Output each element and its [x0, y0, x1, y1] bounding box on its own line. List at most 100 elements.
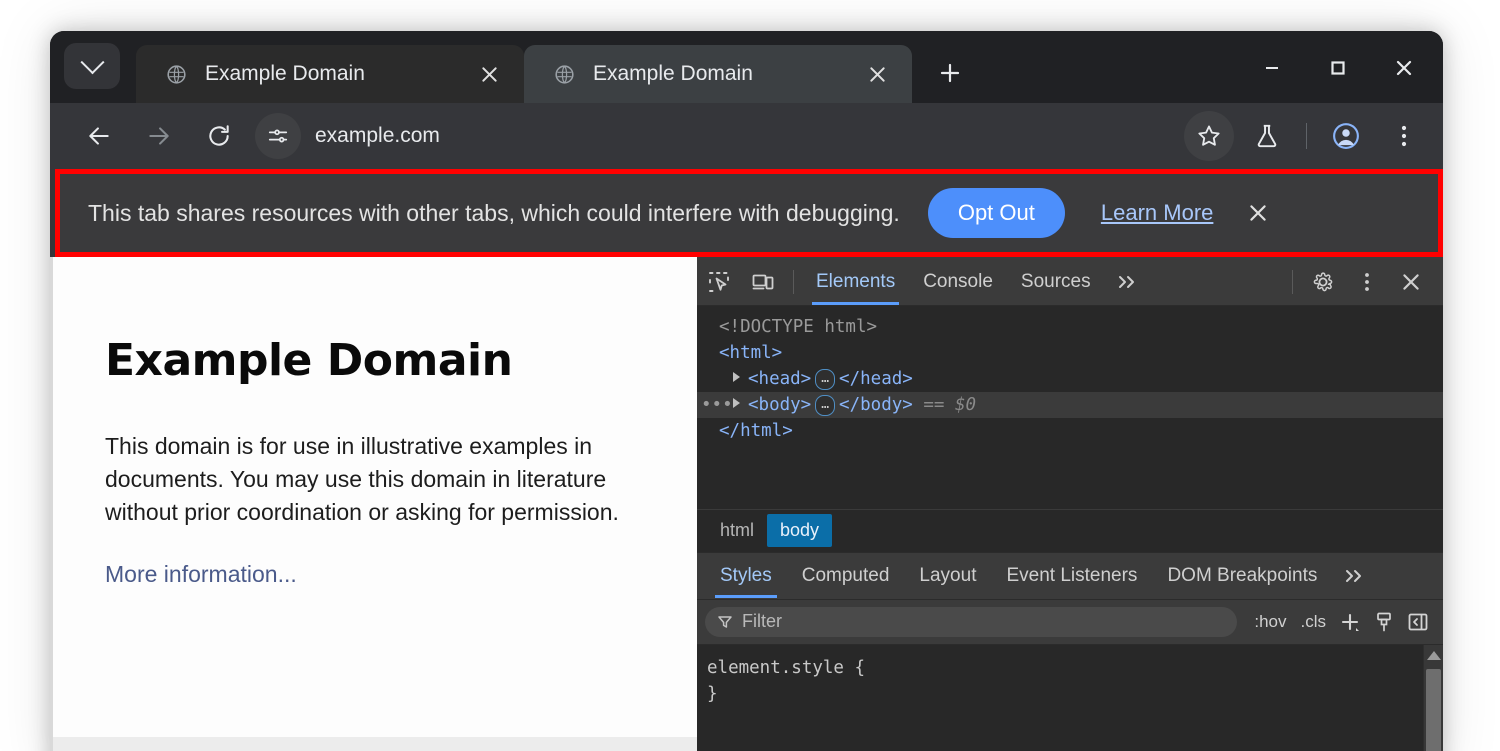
styles-pane-scrollbar[interactable]: [1423, 645, 1443, 751]
address-bar[interactable]: example.com: [255, 113, 1180, 159]
styles-pane-more-tabs-button[interactable]: [1332, 568, 1378, 584]
tab-strip: Example Domain Example Domain: [50, 31, 1443, 103]
toggle-sidebar-button[interactable]: [1401, 607, 1435, 637]
maximize-button[interactable]: [1305, 45, 1371, 91]
dom-node-html-open[interactable]: <html>: [697, 340, 1443, 366]
toolbar-divider: [1292, 270, 1293, 294]
style-rule-selector[interactable]: element.style {: [707, 655, 1443, 681]
devtools-shared-worker-infobar: This tab shares resources with other tab…: [55, 169, 1443, 257]
tab-close-button[interactable]: [860, 57, 894, 91]
toolbar-divider: [1306, 123, 1307, 149]
tab-layout[interactable]: Layout: [904, 553, 991, 598]
globe-icon: [554, 64, 575, 85]
toggle-hover-state-button[interactable]: :hov: [1247, 612, 1293, 632]
styles-filter-input[interactable]: Filter: [705, 607, 1237, 637]
three-dots-vertical-icon: [1358, 270, 1376, 294]
tab-styles[interactable]: Styles: [705, 553, 787, 598]
style-rule-close-brace: }: [707, 681, 1443, 707]
styles-rules-pane[interactable]: element.style { }: [697, 645, 1443, 751]
window-close-button[interactable]: [1371, 45, 1437, 91]
devtools-tab-sources[interactable]: Sources: [1007, 260, 1105, 305]
caret-up-icon[interactable]: [1427, 651, 1441, 660]
devtools-toolbar: Elements Console Sources: [697, 259, 1443, 306]
opt-out-button[interactable]: Opt Out: [928, 188, 1065, 238]
url-text[interactable]: example.com: [315, 124, 440, 148]
expand-triangle-icon[interactable]: [733, 372, 740, 382]
content-split: Example Domain This domain is for use in…: [50, 257, 1443, 751]
close-icon: [1394, 58, 1414, 78]
new-style-rule-button[interactable]: [1333, 607, 1367, 637]
doctype-text: <!DOCTYPE html>: [719, 317, 877, 337]
collapsed-children-badge[interactable]: …: [815, 369, 835, 390]
gear-icon: [1311, 270, 1335, 294]
devtools-more-tabs-button[interactable]: [1105, 274, 1151, 290]
infobar-message: This tab shares resources with other tab…: [88, 200, 900, 227]
toggle-element-classes-button[interactable]: .cls: [1294, 612, 1334, 632]
site-info-button[interactable]: [255, 113, 301, 159]
forward-button[interactable]: [134, 111, 184, 161]
browser-toolbar: example.com: [50, 103, 1443, 169]
dom-node-head[interactable]: <head>…</head>: [697, 366, 1443, 392]
html-open-tag: <html>: [719, 343, 782, 363]
filter-funnel-icon: [717, 614, 733, 630]
plus-icon: [938, 61, 962, 85]
head-open-tag: <head>: [748, 369, 811, 389]
new-tab-button[interactable]: [926, 49, 974, 97]
account-circle-icon: [1331, 121, 1361, 151]
tab-0[interactable]: Example Domain: [136, 45, 524, 103]
bookmark-button[interactable]: [1184, 111, 1234, 161]
window-controls: [1239, 45, 1437, 91]
globe-icon: [166, 64, 187, 85]
tab-close-button[interactable]: [472, 57, 506, 91]
close-icon: [1400, 271, 1422, 293]
reload-icon: [206, 123, 232, 149]
dom-node-doctype[interactable]: <!DOCTYPE html>: [697, 314, 1443, 340]
devtools-tab-elements[interactable]: Elements: [802, 260, 909, 305]
page-paragraph: This domain is for use in illustrative e…: [105, 430, 645, 529]
minimize-button[interactable]: [1239, 45, 1305, 91]
dom-tree[interactable]: <!DOCTYPE html> <html> <head>…</head> ••…: [697, 306, 1443, 509]
chevron-double-right-icon: [1117, 274, 1139, 290]
close-icon: [1247, 202, 1269, 224]
styles-filter-placeholder: Filter: [742, 611, 782, 632]
browser-menu-button[interactable]: [1379, 111, 1429, 161]
device-toolbar-icon: [751, 270, 775, 294]
collapsed-children-badge[interactable]: …: [815, 395, 835, 416]
infobar-close-button[interactable]: [1241, 196, 1275, 230]
scrollbar-thumb[interactable]: [1426, 669, 1441, 751]
breadcrumb-body[interactable]: body: [767, 514, 832, 547]
tune-settings-icon: [267, 125, 289, 147]
profile-button[interactable]: [1321, 111, 1371, 161]
devtools-tab-console[interactable]: Console: [909, 260, 1007, 305]
expand-triangle-icon[interactable]: [733, 398, 740, 408]
reload-button[interactable]: [194, 111, 244, 161]
devtools-close-button[interactable]: [1389, 264, 1433, 300]
breadcrumb-html[interactable]: html: [707, 514, 767, 547]
experiments-button[interactable]: [1242, 111, 1292, 161]
computed-styles-button[interactable]: [1367, 607, 1401, 637]
back-button[interactable]: [74, 111, 124, 161]
device-toolbar-button[interactable]: [741, 264, 785, 300]
minimize-icon: [1263, 59, 1281, 77]
chevron-double-right-icon: [1344, 568, 1366, 584]
tab-dom-breakpoints[interactable]: DOM Breakpoints: [1152, 553, 1332, 598]
head-close-tag: </head>: [839, 369, 913, 389]
devtools-settings-button[interactable]: [1301, 264, 1345, 300]
learn-more-link[interactable]: Learn More: [1101, 200, 1214, 226]
panel-toggle-icon: [1406, 610, 1430, 634]
tab-1[interactable]: Example Domain: [524, 45, 912, 103]
tab-event-listeners[interactable]: Event Listeners: [991, 553, 1152, 598]
flask-icon: [1254, 123, 1280, 149]
tab-computed[interactable]: Computed: [787, 553, 905, 598]
body-close-tag: </body>: [839, 395, 913, 415]
inspect-element-button[interactable]: [697, 264, 741, 300]
dom-breadcrumb: html body: [697, 509, 1443, 552]
devtools-overflow-button[interactable]: [1345, 264, 1389, 300]
dom-node-html-close[interactable]: </html>: [697, 418, 1443, 444]
dom-node-body[interactable]: •••<body>…</body> == $0: [697, 392, 1443, 418]
tab-search-button[interactable]: [64, 43, 120, 89]
more-information-link[interactable]: More information...: [105, 561, 297, 587]
devtools-toolbar-right: [1284, 264, 1443, 300]
body-open-tag: <body>: [748, 395, 811, 415]
three-dots-vertical-icon: [1393, 123, 1415, 149]
